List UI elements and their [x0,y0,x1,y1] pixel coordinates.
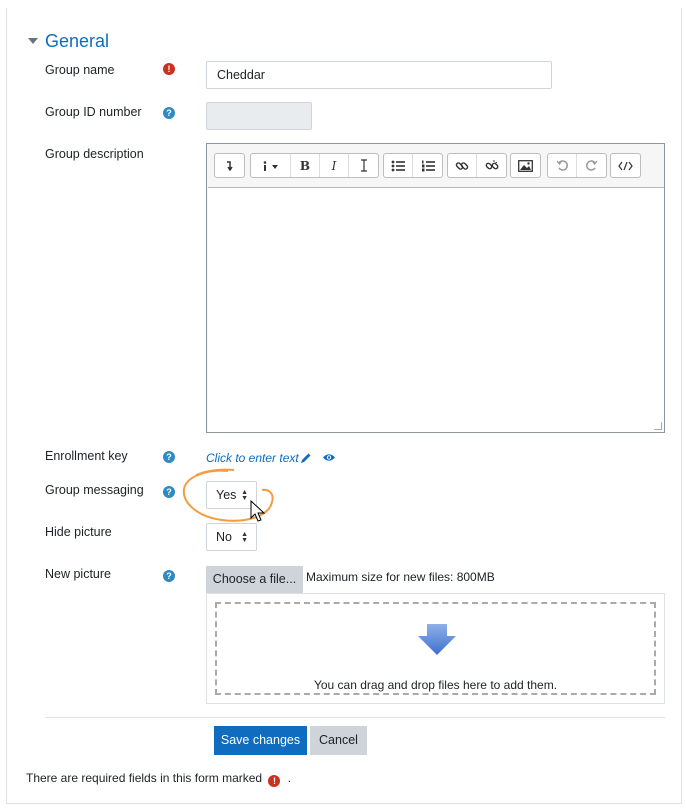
redo-icon[interactable] [577,154,606,177]
download-arrow-icon [418,624,456,655]
drop-zone[interactable]: You can drag and drop files here to add … [215,602,656,695]
bold-icon[interactable]: B [291,154,320,177]
bullet-list-icon[interactable] [384,154,413,177]
help-icon[interactable]: ? [163,107,175,119]
eye-icon[interactable] [322,452,336,463]
toolbar-group-code [610,153,641,178]
toolbar-group-history [547,153,607,178]
drop-instruction: You can drag and drop files here to add … [313,678,558,692]
group-name-label: Group name [45,63,115,77]
toolbar-group-media [510,153,541,178]
group-id-input [206,102,312,130]
required-icon: ! [163,63,175,75]
collapse-caret-icon[interactable] [28,38,38,44]
enrollment-key-label: Enrollment key [45,449,128,463]
toolbar-group-collapse [214,153,245,178]
description-textarea[interactable] [208,187,664,432]
clear-format-icon[interactable] [349,154,378,177]
new-picture-label: New picture [45,567,111,581]
required-icon: ! [268,775,281,787]
enrollment-key-link[interactable]: Click to enter text [206,451,299,465]
image-icon[interactable] [511,154,540,177]
mouse-cursor-icon [250,500,266,522]
hide-picture-label: Hide picture [45,525,112,539]
required-fields-note: There are required fields in this form m… [26,771,291,787]
sort-arrows-icon: ▲ ▼ [241,531,248,544]
section-title[interactable]: General [45,31,109,52]
choose-file-button[interactable]: Choose a file... [206,566,303,593]
max-size-text: Maximum size for new files: 800MB [306,570,495,584]
link-icon[interactable] [448,154,477,177]
pencil-icon[interactable] [300,452,312,464]
save-changes-button[interactable]: Save changes [214,726,307,755]
hide-picture-value: No [216,530,232,544]
group-description-label: Group description [45,147,144,161]
toolbar-group-format: B I [250,153,379,178]
toolbar-group-links [447,153,507,178]
italic-icon[interactable]: I [320,154,349,177]
resize-handle-icon[interactable] [654,422,662,430]
group-messaging-label: Group messaging [45,483,144,497]
group-name-input[interactable]: Cheddar [206,61,552,89]
collapse-icon[interactable] [215,154,244,177]
file-picker: You can drag and drop files here to add … [206,593,665,704]
help-icon[interactable]: ? [163,570,175,582]
hide-picture-select[interactable]: No ▲ ▼ [206,523,257,551]
help-icon[interactable]: ? [163,451,175,463]
divider [45,717,665,718]
unlink-icon[interactable] [477,154,506,177]
group-id-label: Group ID number [45,105,142,119]
required-note-period: . [287,771,292,785]
undo-icon[interactable] [548,154,577,177]
required-note-text: There are required fields in this form m… [26,771,263,785]
toolbar-group-lists [383,153,443,178]
cancel-button[interactable]: Cancel [310,726,367,755]
html-icon[interactable] [611,154,640,177]
help-icon[interactable]: ? [163,486,175,498]
info-dropdown-icon[interactable] [251,154,291,177]
numbered-list-icon[interactable] [413,154,442,177]
description-editor: B I [206,143,665,433]
